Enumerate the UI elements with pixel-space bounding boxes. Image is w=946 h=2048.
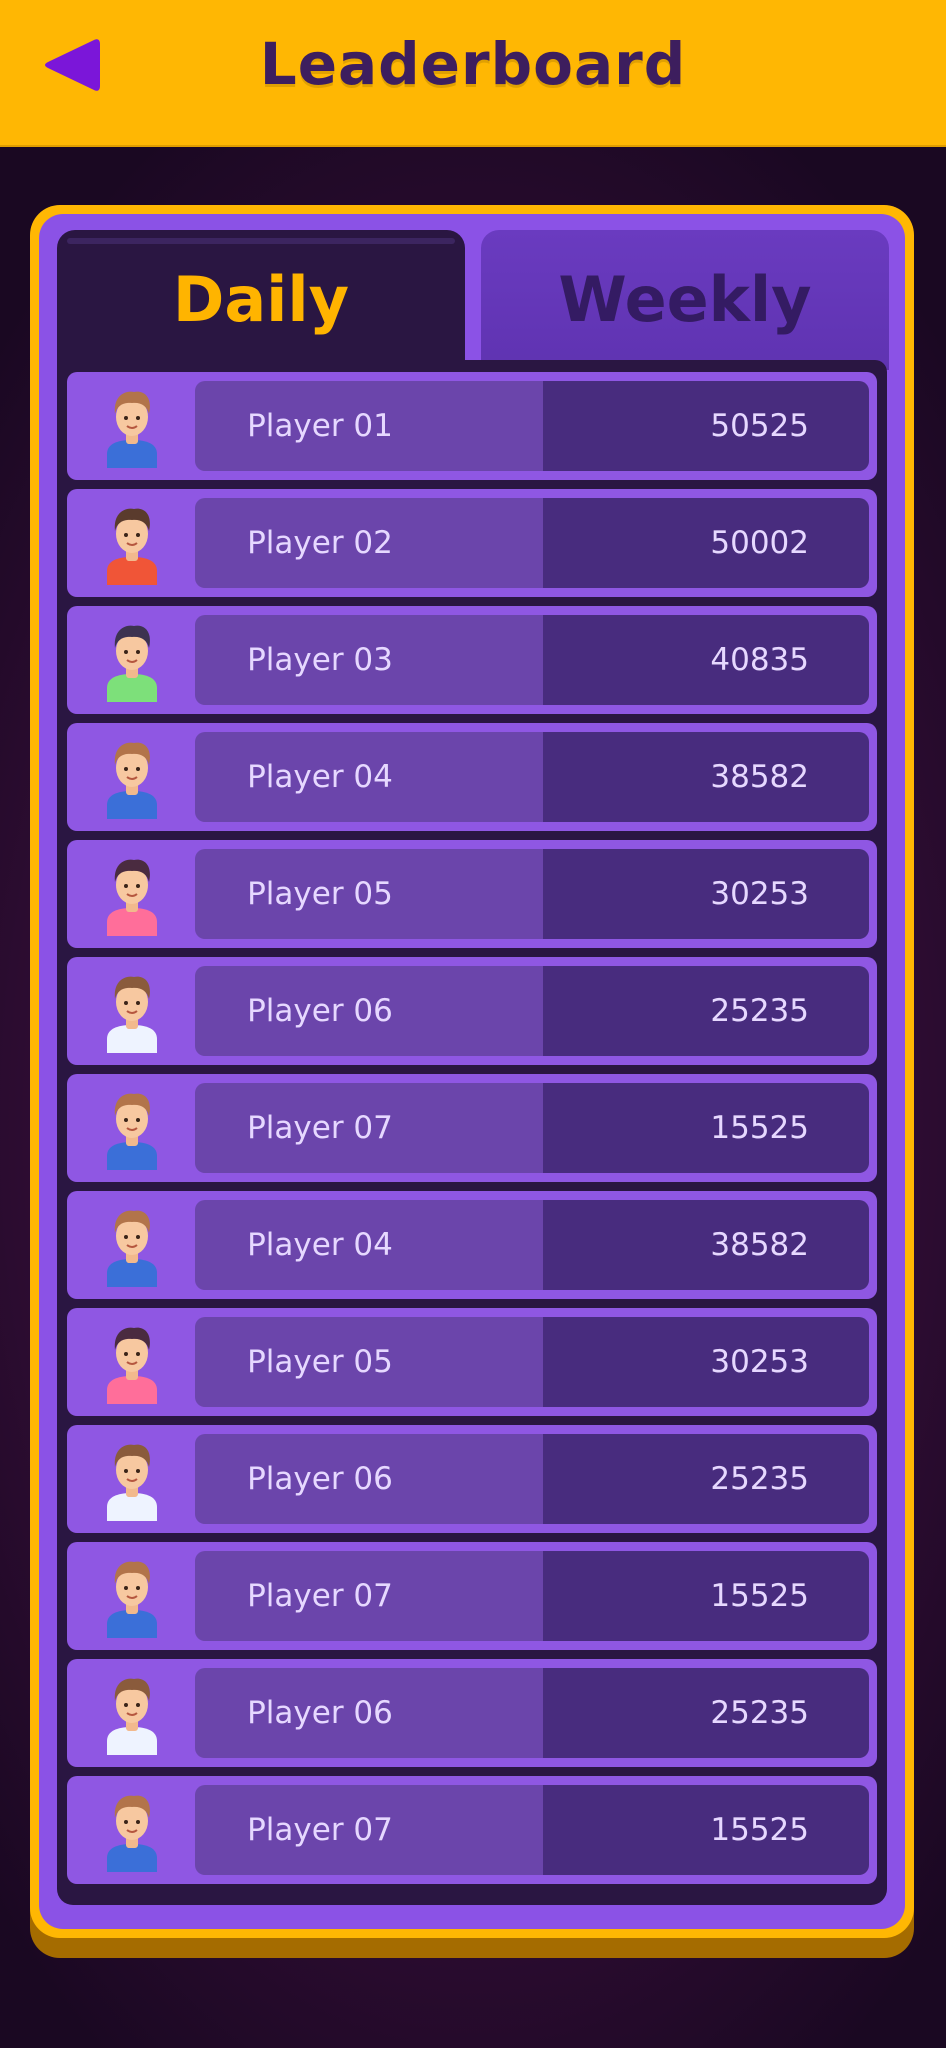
leaderboard-row[interactable]: Player 05 30253 bbox=[67, 840, 877, 948]
man-red-shirt-avatar bbox=[101, 501, 163, 585]
player-score-cell: 30253 bbox=[543, 849, 869, 939]
player-name: Player 01 bbox=[247, 408, 393, 444]
player-name: Player 07 bbox=[247, 1812, 393, 1848]
player-name-cell: Player 04 bbox=[195, 1200, 543, 1290]
leaderboard-row[interactable]: Player 07 15525 bbox=[67, 1074, 877, 1182]
player-score: 38582 bbox=[710, 759, 809, 795]
player-name-cell: Player 02 bbox=[195, 498, 543, 588]
player-score: 25235 bbox=[710, 1461, 809, 1497]
player-score-cell: 30253 bbox=[543, 1317, 869, 1407]
player-name: Player 07 bbox=[247, 1110, 393, 1146]
player-score: 30253 bbox=[710, 876, 809, 912]
player-score-cell: 25235 bbox=[543, 1434, 869, 1524]
player-name: Player 06 bbox=[247, 1461, 393, 1497]
top-bar: Leaderboard bbox=[0, 0, 946, 147]
player-score: 30253 bbox=[710, 1344, 809, 1380]
player-name-cell: Player 06 bbox=[195, 966, 543, 1056]
boy-white-shirt-avatar bbox=[101, 969, 163, 1053]
boy-white-shirt-avatar bbox=[101, 1671, 163, 1755]
tab-weekly-label: Weekly bbox=[558, 263, 812, 336]
boy-jersey-10-avatar bbox=[101, 1554, 163, 1638]
leaderboard-row[interactable]: Player 07 15525 bbox=[67, 1542, 877, 1650]
boy-jersey-10-avatar bbox=[101, 1788, 163, 1872]
player-score: 50525 bbox=[710, 408, 809, 444]
player-score-cell: 50002 bbox=[543, 498, 869, 588]
leaderboard-row[interactable]: Player 04 38582 bbox=[67, 1191, 877, 1299]
player-name: Player 06 bbox=[247, 993, 393, 1029]
boy-jersey-10-avatar bbox=[101, 384, 163, 468]
player-name-cell: Player 01 bbox=[195, 381, 543, 471]
player-name-cell: Player 03 bbox=[195, 615, 543, 705]
page-title: Leaderboard bbox=[259, 30, 687, 98]
leaderboard-list: Player 01 50525 Player 02 50002 Player 0… bbox=[57, 360, 887, 1905]
boy-jersey-10-avatar bbox=[101, 1086, 163, 1170]
player-score: 15525 bbox=[710, 1578, 809, 1614]
player-name: Player 07 bbox=[247, 1578, 393, 1614]
leaderboard-row[interactable]: Player 03 40835 bbox=[67, 606, 877, 714]
rows-container: Player 01 50525 Player 02 50002 Player 0… bbox=[67, 372, 877, 1893]
player-name-cell: Player 06 bbox=[195, 1668, 543, 1758]
boy-jersey-10-avatar bbox=[101, 1203, 163, 1287]
player-score-cell: 25235 bbox=[543, 966, 869, 1056]
leaderboard-row[interactable]: Player 01 50525 bbox=[67, 372, 877, 480]
girl-green-shirt-avatar bbox=[101, 618, 163, 702]
player-name: Player 04 bbox=[247, 1227, 393, 1263]
player-score-cell: 38582 bbox=[543, 1200, 869, 1290]
player-score: 50002 bbox=[710, 525, 809, 561]
player-score: 25235 bbox=[710, 993, 809, 1029]
player-name: Player 04 bbox=[247, 759, 393, 795]
leaderboard-row[interactable]: Player 06 25235 bbox=[67, 957, 877, 1065]
player-score: 25235 bbox=[710, 1695, 809, 1731]
leaderboard-row[interactable]: Player 05 30253 bbox=[67, 1308, 877, 1416]
boy-jersey-10-avatar bbox=[101, 735, 163, 819]
tab-daily-label: Daily bbox=[172, 263, 350, 336]
player-name-cell: Player 05 bbox=[195, 849, 543, 939]
girl-pink-shirt-avatar bbox=[101, 852, 163, 936]
girl-pink-shirt-avatar bbox=[101, 1320, 163, 1404]
leaderboard-row[interactable]: Player 07 15525 bbox=[67, 1776, 877, 1884]
player-score-cell: 50525 bbox=[543, 381, 869, 471]
leaderboard-row[interactable]: Player 06 25235 bbox=[67, 1425, 877, 1533]
player-name: Player 06 bbox=[247, 1695, 393, 1731]
player-name: Player 05 bbox=[247, 876, 393, 912]
player-score-cell: 25235 bbox=[543, 1668, 869, 1758]
player-name: Player 05 bbox=[247, 1344, 393, 1380]
player-score: 38582 bbox=[710, 1227, 809, 1263]
player-name-cell: Player 07 bbox=[195, 1551, 543, 1641]
leaderboard-row[interactable]: Player 04 38582 bbox=[67, 723, 877, 831]
player-name: Player 02 bbox=[247, 525, 393, 561]
player-score-cell: 15525 bbox=[543, 1785, 869, 1875]
leaderboard-row[interactable]: Player 06 25235 bbox=[67, 1659, 877, 1767]
player-score: 15525 bbox=[710, 1110, 809, 1146]
player-name-cell: Player 07 bbox=[195, 1083, 543, 1173]
player-score: 15525 bbox=[710, 1812, 809, 1848]
player-name: Player 03 bbox=[247, 642, 393, 678]
player-score-cell: 15525 bbox=[543, 1083, 869, 1173]
player-score-cell: 15525 bbox=[543, 1551, 869, 1641]
leaderboard-row[interactable]: Player 02 50002 bbox=[67, 489, 877, 597]
player-name-cell: Player 06 bbox=[195, 1434, 543, 1524]
panel-inner: Daily Weekly Player 01 50525 Player 02 5… bbox=[39, 214, 905, 1929]
boy-white-shirt-avatar bbox=[101, 1437, 163, 1521]
player-name-cell: Player 07 bbox=[195, 1785, 543, 1875]
player-score-cell: 40835 bbox=[543, 615, 869, 705]
player-score: 40835 bbox=[710, 642, 809, 678]
player-name-cell: Player 05 bbox=[195, 1317, 543, 1407]
tab-daily[interactable]: Daily bbox=[57, 230, 465, 370]
player-score-cell: 38582 bbox=[543, 732, 869, 822]
leaderboard-panel: Daily Weekly Player 01 50525 Player 02 5… bbox=[30, 205, 914, 1938]
tab-weekly[interactable]: Weekly bbox=[481, 230, 889, 370]
player-name-cell: Player 04 bbox=[195, 732, 543, 822]
